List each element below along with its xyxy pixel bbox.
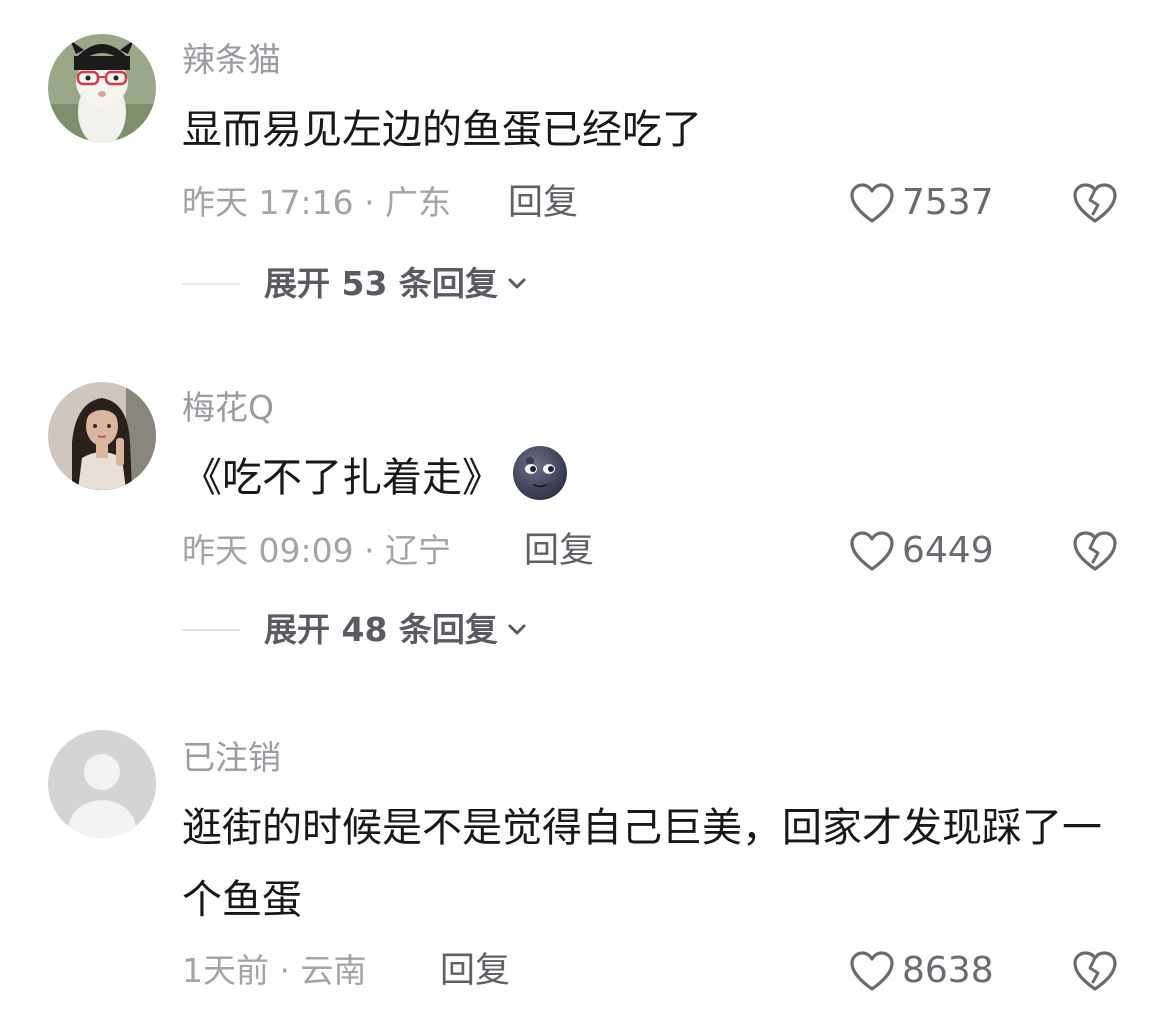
chevron-down-icon xyxy=(508,624,526,635)
username[interactable]: 辣条猫 xyxy=(182,40,281,80)
username[interactable]: 梅花Q xyxy=(182,388,274,428)
broken-heart-icon xyxy=(1073,183,1117,223)
like-count: 6449 xyxy=(902,530,994,571)
default-gray-avatar xyxy=(48,730,156,838)
comment-text: 显而易见左边的鱼蛋已经吃了 xyxy=(182,107,702,153)
comment-text-body: 《吃不了扎着走》 xyxy=(182,455,502,501)
woman-portrait-avatar xyxy=(48,382,156,490)
comment-text: 逛街的时候是不是觉得自己巨美，回家才发现踩了一个鱼蛋 xyxy=(182,805,1102,923)
comment-meta: 昨天 17:16 · 广东 xyxy=(182,183,452,222)
avatar[interactable] xyxy=(48,34,156,142)
divider xyxy=(182,629,240,631)
dislike-button[interactable] xyxy=(1072,181,1118,225)
comment-text: 《吃不了扎着走》 xyxy=(182,442,1132,514)
username[interactable]: 已注销 xyxy=(182,738,281,778)
new-moon-face-icon xyxy=(512,445,568,501)
avatar[interactable] xyxy=(48,382,156,490)
broken-heart-icon xyxy=(1073,951,1117,991)
like-count: 8638 xyxy=(902,950,994,991)
heart-outline-icon xyxy=(850,183,894,223)
comment-meta: 昨天 09:09 · 辽宁 xyxy=(182,531,452,570)
expand-replies-button[interactable]: 展开 48 条回复 xyxy=(182,610,530,650)
expand-replies-label: 展开 48 条回复 xyxy=(264,610,498,649)
dislike-button[interactable] xyxy=(1072,529,1118,573)
reply-button[interactable]: 回复 xyxy=(508,183,578,223)
heart-outline-icon xyxy=(850,951,894,991)
divider xyxy=(182,283,240,285)
broken-heart-icon xyxy=(1073,531,1117,571)
expand-replies-label: 展开 53 条回复 xyxy=(264,264,498,303)
reply-button[interactable]: 回复 xyxy=(524,531,594,571)
comment-item: 已注销 逛街的时候是不是觉得自己巨美，回家才发现踩了一个鱼蛋 1天前 · 云南 … xyxy=(0,700,1170,1009)
like-button[interactable]: 7537 xyxy=(848,181,994,225)
like-button[interactable]: 8638 xyxy=(848,949,994,993)
like-count: 7537 xyxy=(902,182,994,223)
expand-replies-button[interactable]: 展开 53 条回复 xyxy=(182,264,530,304)
chevron-down-icon xyxy=(508,278,526,289)
reply-button[interactable]: 回复 xyxy=(440,951,510,991)
avatar[interactable] xyxy=(48,730,156,838)
comment-item: 梅花Q 《吃不了扎着走》 昨天 09:09 · 辽宁 回复 6449 展开 48… xyxy=(0,350,1170,680)
glasses-animal-avatar xyxy=(48,34,156,142)
dislike-button[interactable] xyxy=(1072,949,1118,993)
heart-outline-icon xyxy=(850,531,894,571)
like-button[interactable]: 6449 xyxy=(848,529,994,573)
comment-item: 辣条猫 显而易见左边的鱼蛋已经吃了 昨天 17:16 · 广东 回复 7537 … xyxy=(0,0,1170,330)
comment-meta: 1天前 · 云南 xyxy=(182,951,367,990)
